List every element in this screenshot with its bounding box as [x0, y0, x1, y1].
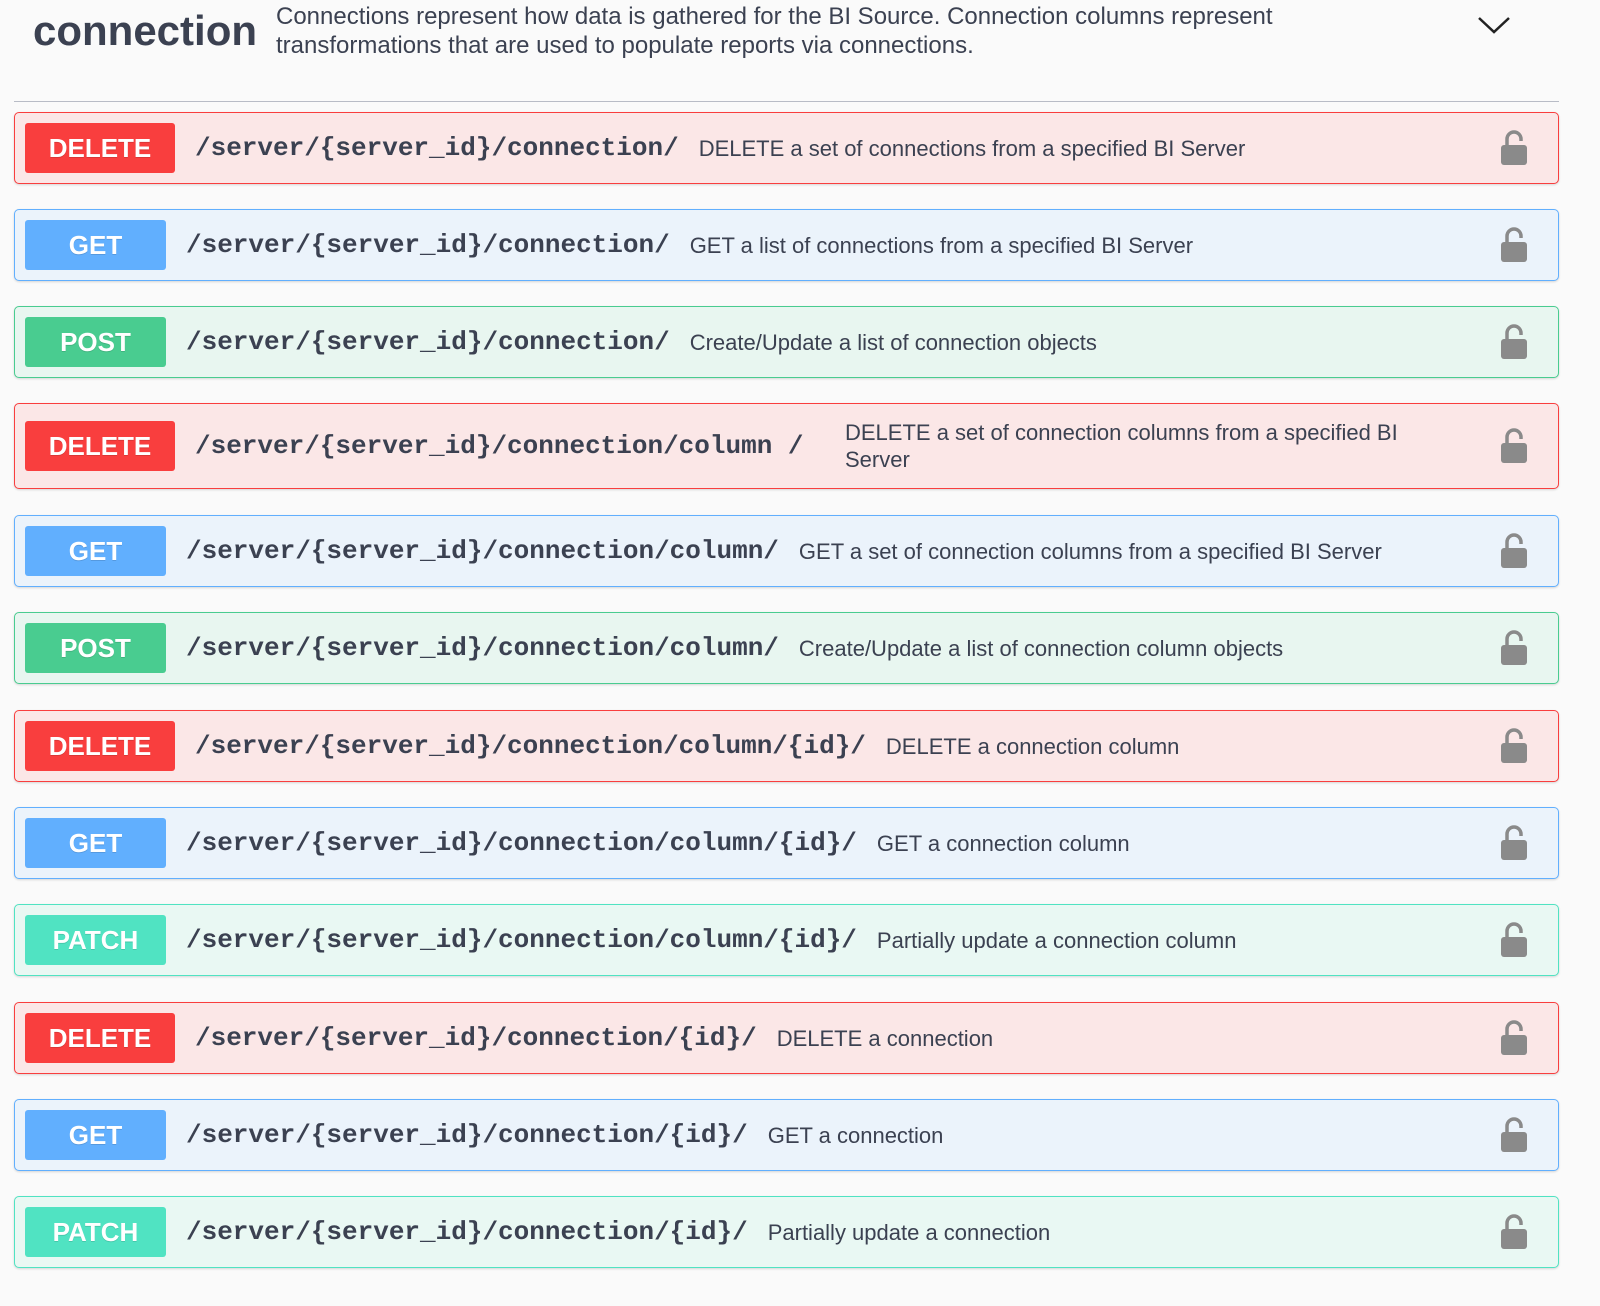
method-badge: POST	[25, 623, 166, 673]
operation-path: /server/{server_id}/connection/	[195, 133, 679, 163]
operation-path: /server/{server_id}/connection/{id}/	[195, 1023, 757, 1053]
method-badge: PATCH	[25, 1207, 166, 1257]
operation-path: /server/{server_id}/connection/column/	[186, 536, 779, 566]
operation-path: /server/{server_id}/connection/	[186, 327, 670, 357]
lock-icon[interactable]	[1500, 630, 1528, 666]
operation-summary: GET a connection column	[876, 830, 1130, 856]
lock-icon[interactable]	[1500, 1214, 1528, 1250]
operation-path: /server/{server_id}/connection/column/{i…	[195, 731, 866, 761]
lock-icon[interactable]	[1500, 1117, 1528, 1153]
operation-summary: GET a list of connections from a specifi…	[689, 232, 1194, 258]
operation-path: /server/{server_id}/connection/column /	[195, 431, 804, 461]
operation-summary: GET a connection	[767, 1122, 944, 1148]
operation-post-connection-columns[interactable]: POST /server/{server_id}/connection/colu…	[14, 612, 1559, 684]
operation-path: /server/{server_id}/connection/{id}/	[186, 1120, 748, 1150]
operation-summary: Create/Update a list of connection objec…	[689, 329, 1097, 355]
method-badge: GET	[25, 526, 166, 576]
lock-icon[interactable]	[1500, 728, 1528, 764]
lock-icon[interactable]	[1500, 428, 1528, 464]
tag-title[interactable]: connection	[33, 6, 257, 56]
method-badge: DELETE	[25, 421, 175, 471]
operation-summary: Partially update a connection column	[876, 927, 1237, 953]
method-badge: DELETE	[25, 123, 175, 173]
operation-path: /server/{server_id}/connection/column/	[186, 633, 779, 663]
method-badge: GET	[25, 1110, 166, 1160]
tag-description: Connections represent how data is gather…	[276, 3, 1273, 59]
operation-delete-connection[interactable]: DELETE /server/{server_id}/connection/{i…	[14, 1002, 1559, 1074]
operation-get-connections[interactable]: GET /server/{server_id}/connection/ GET …	[14, 209, 1559, 281]
operation-delete-connections[interactable]: DELETE /server/{server_id}/connection/ D…	[14, 112, 1559, 184]
operation-summary: Create/Update a list of connection colum…	[798, 635, 1284, 661]
lock-icon[interactable]	[1500, 922, 1528, 958]
method-badge: GET	[25, 818, 166, 868]
lock-icon[interactable]	[1500, 533, 1528, 569]
operation-delete-connection-columns[interactable]: DELETE /server/{server_id}/connection/co…	[14, 403, 1559, 489]
lock-icon[interactable]	[1500, 825, 1528, 861]
operation-summary: Partially update a connection	[767, 1219, 1051, 1245]
operation-patch-connection[interactable]: PATCH /server/{server_id}/connection/{id…	[14, 1196, 1559, 1268]
operation-delete-connection-column[interactable]: DELETE /server/{server_id}/connection/co…	[14, 710, 1559, 782]
operation-get-connection-columns[interactable]: GET /server/{server_id}/connection/colum…	[14, 515, 1559, 587]
operation-summary: DELETE a connection column	[885, 733, 1180, 759]
operation-path: /server/{server_id}/connection/column/{i…	[186, 828, 857, 858]
lock-icon[interactable]	[1500, 324, 1528, 360]
lock-icon[interactable]	[1500, 130, 1528, 166]
operation-path: /server/{server_id}/connection/{id}/	[186, 1217, 748, 1247]
operation-patch-connection-column[interactable]: PATCH /server/{server_id}/connection/col…	[14, 904, 1559, 976]
operation-path: /server/{server_id}/connection/column/{i…	[186, 925, 857, 955]
method-badge: DELETE	[25, 1013, 175, 1063]
lock-icon[interactable]	[1500, 227, 1528, 263]
method-badge: PATCH	[25, 915, 166, 965]
method-badge: POST	[25, 317, 166, 367]
method-badge: DELETE	[25, 721, 175, 771]
operation-post-connections[interactable]: POST /server/{server_id}/connection/ Cre…	[14, 306, 1559, 378]
operation-path: /server/{server_id}/connection/	[186, 230, 670, 260]
operation-summary: GET a set of connection columns from a s…	[798, 538, 1382, 564]
operation-summary: DELETE a set of connection columns from …	[845, 420, 1398, 472]
operation-get-connection[interactable]: GET /server/{server_id}/connection/{id}/…	[14, 1099, 1559, 1171]
lock-icon[interactable]	[1500, 1020, 1528, 1056]
operation-summary: DELETE a connection	[776, 1025, 994, 1051]
operation-summary: DELETE a set of connections from a speci…	[698, 135, 1246, 161]
method-badge: GET	[25, 220, 166, 270]
chevron-down-icon[interactable]	[1474, 10, 1514, 40]
tag-section-header[interactable]: connection Connections represent how dat…	[14, 0, 1559, 102]
operation-get-connection-column[interactable]: GET /server/{server_id}/connection/colum…	[14, 807, 1559, 879]
